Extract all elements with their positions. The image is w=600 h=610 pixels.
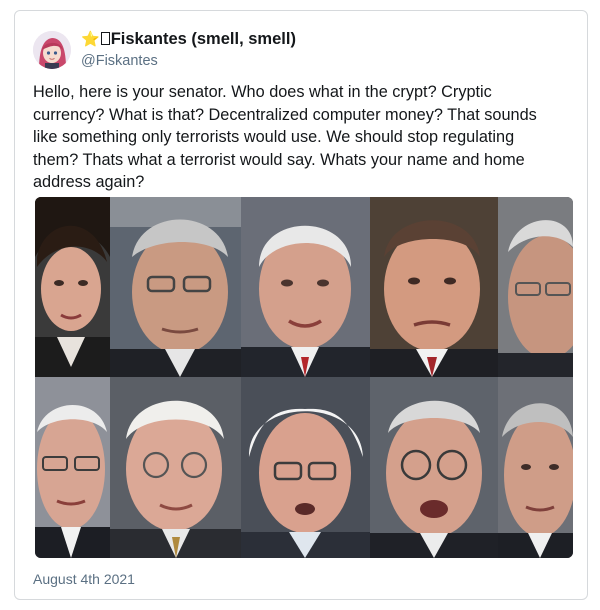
- photo-tile[interactable]: [498, 377, 573, 558]
- author-display-name[interactable]: ⭐ Fiskantes (smell, smell): [81, 29, 296, 50]
- photo-tile[interactable]: [35, 197, 110, 377]
- star-icon: ⭐: [81, 31, 100, 48]
- photo-tile[interactable]: [370, 377, 498, 558]
- portrait-photo: [35, 197, 110, 377]
- author-handle[interactable]: @Fiskantes: [81, 52, 296, 70]
- tweet-card: ⭐ Fiskantes (smell, smell) @Fiskantes Hel…: [14, 10, 588, 600]
- tweet-text: Hello, here is your senator. Who does wh…: [33, 83, 537, 191]
- photo-tile[interactable]: [498, 197, 573, 377]
- portrait-photo: [35, 377, 110, 558]
- portrait-photo: [241, 197, 370, 377]
- portrait-photo: [110, 197, 241, 377]
- portrait-photo: [370, 197, 498, 377]
- photo-tile[interactable]: [110, 197, 241, 377]
- photo-tile[interactable]: [370, 197, 498, 377]
- photo-tile[interactable]: [110, 377, 241, 558]
- portrait-photo: [370, 377, 498, 558]
- tweet-header: ⭐ Fiskantes (smell, smell) @Fiskantes: [33, 29, 569, 73]
- photo-tile[interactable]: [241, 197, 370, 377]
- author-name-text: Fiskantes (smell, smell): [110, 30, 296, 48]
- author-avatar[interactable]: [33, 31, 71, 69]
- portrait-photo: [498, 377, 573, 558]
- tweet-date[interactable]: August 4th 2021: [33, 571, 135, 587]
- photo-grid[interactable]: [35, 197, 573, 558]
- photo-tile[interactable]: [241, 377, 370, 558]
- portrait-photo: [241, 377, 370, 558]
- portrait-photo: [110, 377, 241, 558]
- photo-tile[interactable]: [35, 377, 110, 558]
- portrait-photo: [498, 197, 573, 377]
- author-names: ⭐ Fiskantes (smell, smell) @Fiskantes: [81, 29, 296, 70]
- anime-avatar-icon: [33, 31, 71, 69]
- missing-glyph-icon: [100, 32, 110, 45]
